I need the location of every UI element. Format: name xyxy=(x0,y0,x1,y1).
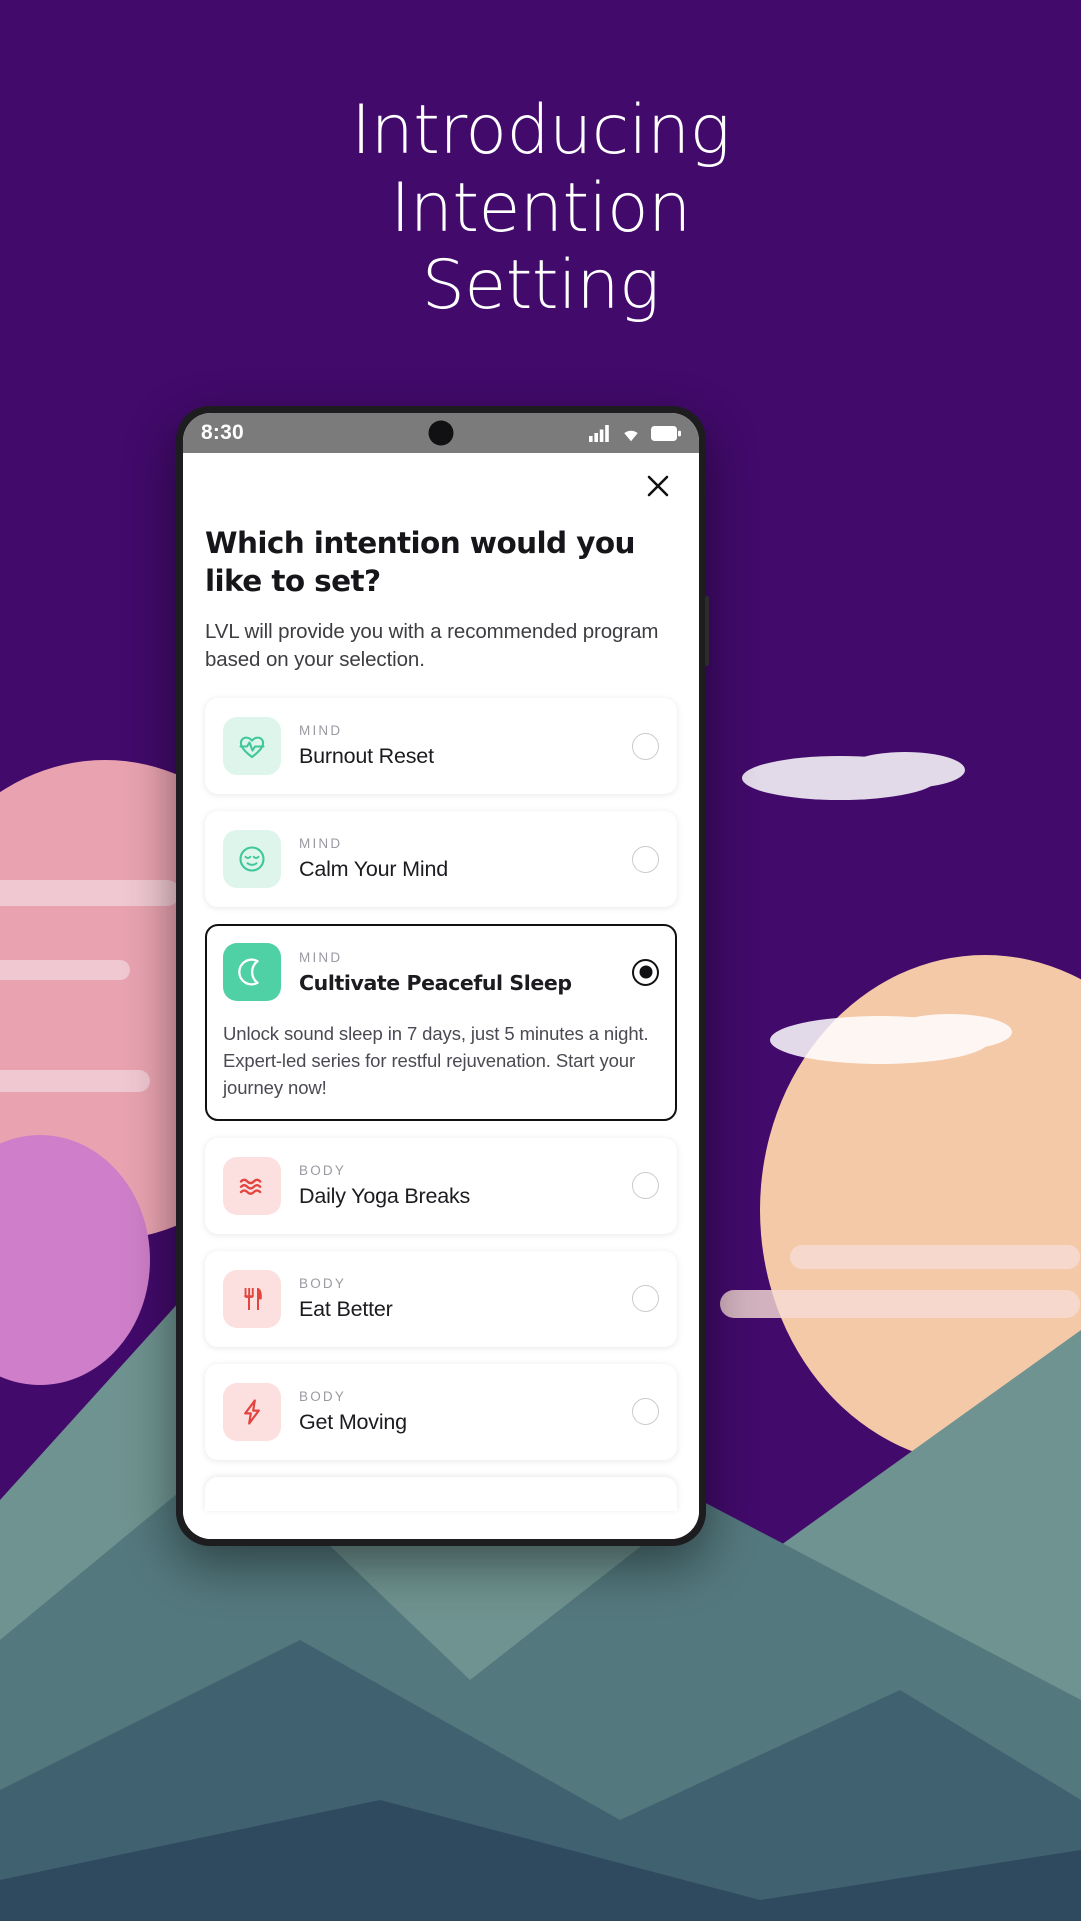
hero-line-3: Setting xyxy=(421,246,660,326)
intention-card-get-moving[interactable]: BODY Get Moving xyxy=(205,1363,677,1460)
intention-card-daily-yoga-breaks[interactable]: BODY Daily Yoga Breaks xyxy=(205,1137,677,1234)
status-time: 8:30 xyxy=(201,421,244,444)
signal-icon xyxy=(589,424,609,442)
hero-line-2: Intention xyxy=(390,168,691,248)
wifi-icon xyxy=(624,430,638,441)
intention-card-peek[interactable] xyxy=(205,1476,677,1511)
hero-line-1: Introducing xyxy=(351,91,730,170)
card-category: BODY xyxy=(299,1275,347,1291)
calm-face-icon xyxy=(239,846,265,872)
phone-screen: 8:30 Which intention would you like to s… xyxy=(183,413,699,1539)
card-main: BODY Daily Yoga Breaks xyxy=(223,1156,659,1215)
status-bar: 8:30 xyxy=(183,413,699,453)
app-screen: Which intention would you like to set? L… xyxy=(183,453,699,1539)
card-text: BODY Eat Better xyxy=(299,1276,614,1322)
icon-tile xyxy=(223,943,281,1002)
card-title: Burnout Reset xyxy=(299,744,434,769)
promo-scene: Introducing Intention Setting 8:30 Which… xyxy=(0,0,1081,1921)
close-row xyxy=(205,453,677,503)
fork-knife-icon xyxy=(244,1287,262,1310)
card-description: Unlock sound sleep in 7 days, just 5 min… xyxy=(223,1023,649,1098)
heart-pulse-icon xyxy=(239,736,265,759)
status-icons xyxy=(589,424,681,442)
card-category: MIND xyxy=(299,949,343,965)
card-text: BODY Daily Yoga Breaks xyxy=(299,1163,614,1209)
card-category: BODY xyxy=(299,1388,347,1404)
card-radio[interactable] xyxy=(632,1398,659,1425)
card-text: MIND Calm Your Mind xyxy=(299,836,614,882)
card-main: BODY Eat Better xyxy=(223,1269,659,1328)
card-radio[interactable] xyxy=(632,732,659,760)
card-category: BODY xyxy=(299,1162,347,1178)
card-title: Eat Better xyxy=(299,1296,393,1321)
card-title: Cultivate Peaceful Sleep xyxy=(299,970,572,995)
phone-mockup: 8:30 Which intention would you like to s… xyxy=(176,406,709,1546)
card-category: MIND xyxy=(299,836,343,852)
icon-tile xyxy=(223,830,281,889)
moon-icon xyxy=(238,958,259,986)
icon-tile xyxy=(223,1382,281,1441)
card-text: MIND Burnout Reset xyxy=(299,723,614,769)
card-text: BODY Get Moving xyxy=(299,1389,614,1435)
intention-card-eat-better[interactable]: BODY Eat Better xyxy=(205,1250,677,1347)
hero-headline: Introducing Intention Setting xyxy=(0,92,1081,325)
card-title: Calm Your Mind xyxy=(299,857,448,882)
lightning-bolt-icon xyxy=(244,1398,260,1425)
close-icon xyxy=(647,475,669,497)
intention-card-cultivate-peaceful-sleep[interactable]: MIND Cultivate Peaceful Sleep Unlock sou… xyxy=(205,924,677,1121)
card-radio-selected[interactable] xyxy=(632,958,659,986)
close-button[interactable] xyxy=(641,469,675,503)
card-main: MIND Burnout Reset xyxy=(223,717,659,776)
battery-icon xyxy=(651,425,681,441)
card-main: MIND Cultivate Peaceful Sleep xyxy=(223,943,659,1002)
icon-tile xyxy=(223,717,281,776)
card-main: MIND Calm Your Mind xyxy=(223,830,659,889)
card-radio[interactable] xyxy=(632,1172,659,1199)
card-main: BODY Get Moving xyxy=(223,1382,659,1441)
icon-tile xyxy=(223,1156,281,1215)
intention-card-burnout-reset[interactable]: MIND Burnout Reset xyxy=(205,698,677,795)
page-title: Which intention would you like to set? xyxy=(205,526,636,598)
card-category: MIND xyxy=(299,723,343,739)
waves-icon xyxy=(239,1178,262,1195)
card-title: Daily Yoga Breaks xyxy=(299,1183,471,1208)
icon-tile xyxy=(223,1269,281,1328)
card-text: MIND Cultivate Peaceful Sleep xyxy=(299,950,614,995)
page-subtext: LVL will provide you with a recommended … xyxy=(205,619,659,671)
intention-card-calm-your-mind[interactable]: MIND Calm Your Mind xyxy=(205,811,677,908)
camera-punchhole-icon xyxy=(428,420,454,446)
card-radio[interactable] xyxy=(632,845,659,873)
card-title: Get Moving xyxy=(299,1409,407,1434)
intention-list: MIND Burnout Reset MIND Calm Your Mind M… xyxy=(205,698,677,1511)
card-radio[interactable] xyxy=(632,1285,659,1312)
